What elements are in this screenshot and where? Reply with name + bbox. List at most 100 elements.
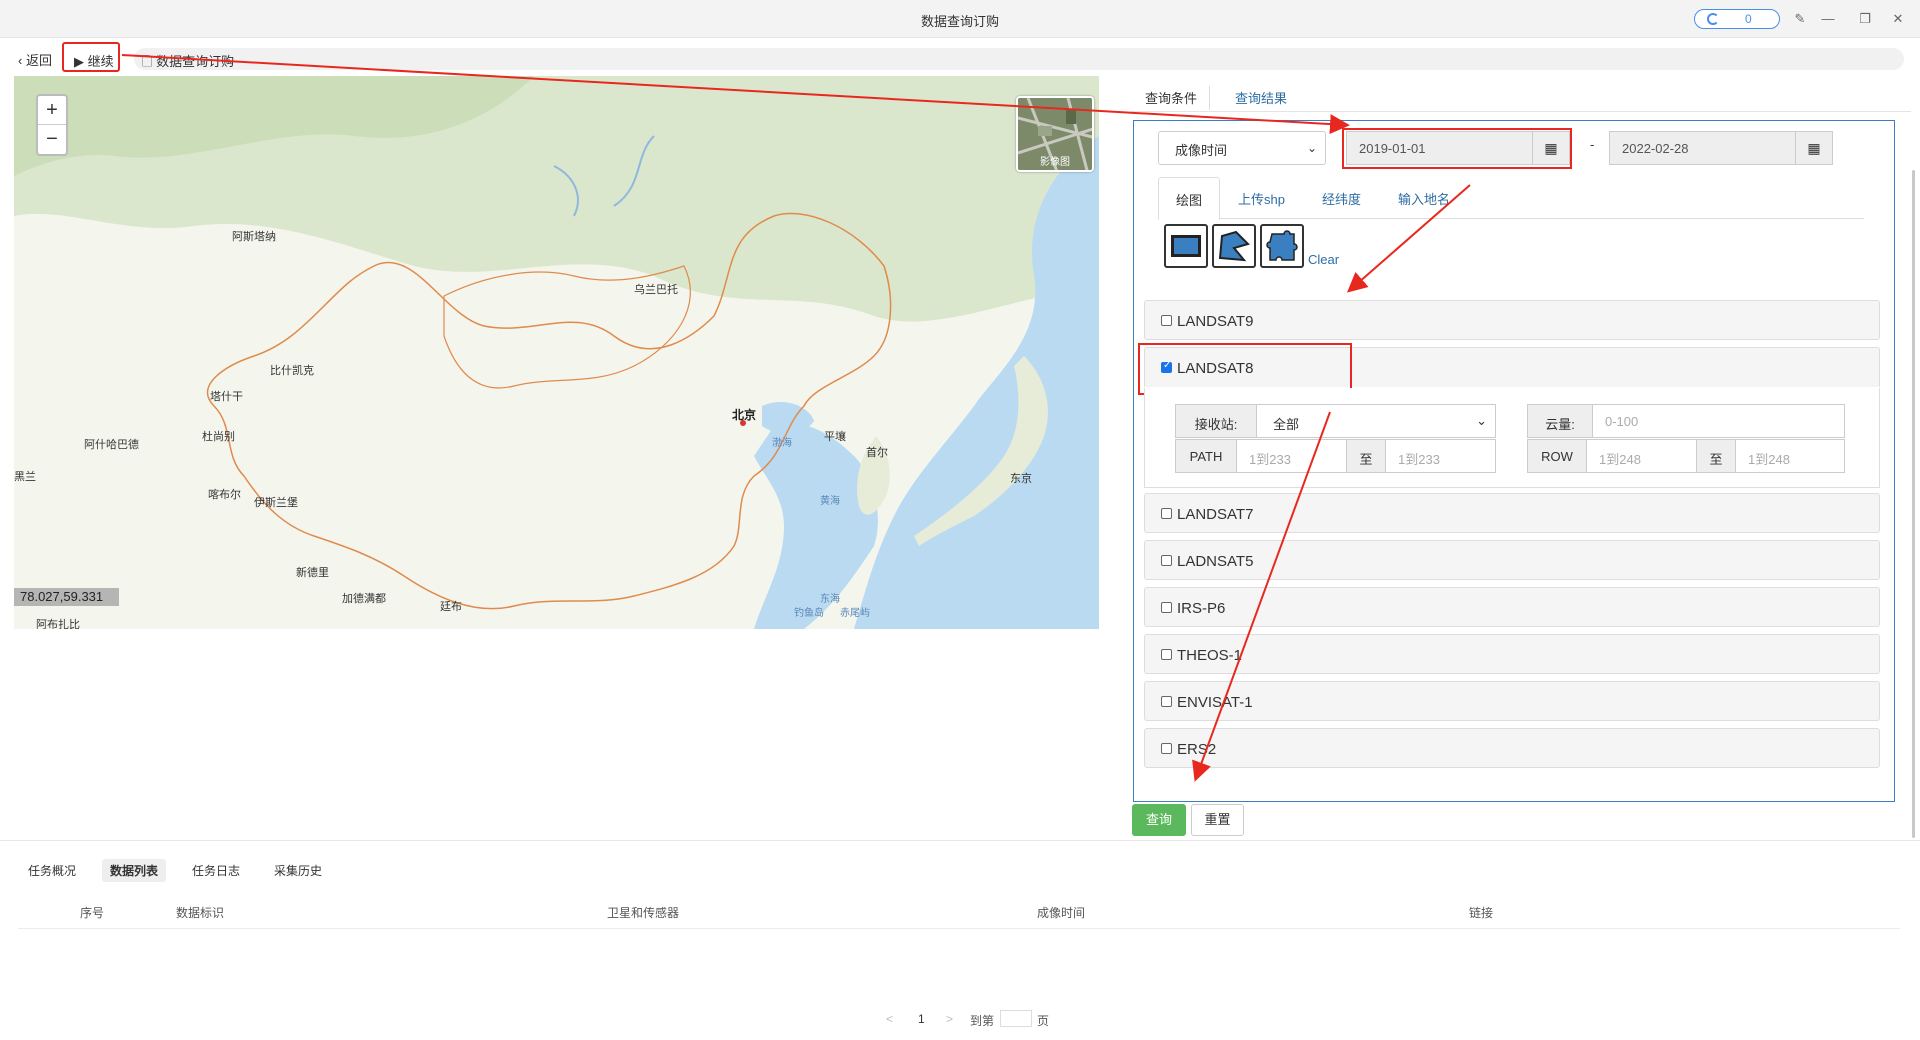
satellite-panel[interactable]: LADNSAT5 [1144,540,1880,580]
row-to-label: 至 [1696,439,1736,473]
satellite-panel[interactable]: LANDSAT9 [1144,300,1880,340]
zoom-in-button[interactable]: + [38,96,66,125]
restore-icon[interactable]: ❐ [1855,9,1875,29]
column-header: 卫星和传感器 [607,906,680,920]
continue-label: 继续 [87,54,114,69]
reset-button[interactable]: 重置 [1191,804,1244,836]
draw-polygon-button[interactable] [1212,224,1256,268]
satellite-panel[interactable]: ENVISAT-1 [1144,681,1880,721]
calendar-icon[interactable]: ▦ [1795,131,1833,165]
station-select[interactable]: 全部 ⌄ [1256,404,1496,438]
path-to-input[interactable]: 1到233 [1385,439,1496,473]
satellite-checkbox[interactable] [1161,555,1172,566]
map-label: 黑兰 [14,471,36,483]
satellite-checkbox[interactable] [1161,315,1172,326]
task-count: 0 [1745,12,1752,26]
map-label: 伊斯兰堡 [254,497,298,509]
map-label: 阿什哈巴德 [84,439,139,451]
goto-label: 到第 [970,1014,995,1028]
zoom-control: + − [36,94,68,156]
next-page-button[interactable]: > [946,1012,953,1026]
back-button[interactable]: ‹ 返回 [18,50,52,69]
row-to-input[interactable]: 1到248 [1735,439,1845,473]
map-label: 北京 [732,408,757,422]
satellite-label: THEOS-1 [1177,647,1243,664]
map-label: 喀布尔 [208,489,241,501]
continue-button[interactable]: ▶ 继续 [62,42,120,72]
puzzle-icon [1266,230,1298,261]
cloud-input[interactable]: 0-100 [1592,404,1845,438]
task-counter[interactable]: 0 [1694,9,1780,29]
query-button[interactable]: 查询 [1132,804,1186,836]
date-type-value: 成像时间 [1175,143,1228,158]
section-divider [0,840,1920,841]
tab-upload-shp[interactable]: 上传shp [1238,189,1285,208]
nav-bar: ‹ 返回 ▶ 继续 🗋 数据查询订购 [0,38,1920,76]
map-label: 渤海 [772,438,792,449]
map-label: 首尔 [866,447,888,459]
date-separator: - [1590,137,1595,152]
coordinate-readout: 78.027,59.331 [14,588,119,606]
satellite-checkbox[interactable] [1161,696,1172,707]
map-label: 加德满都 [342,593,386,605]
tab-draw[interactable]: 绘图 [1158,177,1220,220]
column-header: 链接 [1469,906,1494,920]
map-background [14,76,1099,629]
satellite-label: LADNSAT5 [1177,553,1254,570]
date-type-select[interactable]: 成像时间 ⌄ [1158,131,1326,165]
column-header: 序号 [80,906,105,920]
draw-freeform-button[interactable] [1260,224,1304,268]
polygon-icon [1218,230,1250,262]
page-tab[interactable]: 🗋 数据查询订购 [134,48,1904,70]
satellite-panel[interactable]: ERS2 [1144,728,1880,768]
satellite-panel[interactable]: LANDSAT7 [1144,493,1880,533]
scrollbar[interactable] [1912,170,1915,838]
close-icon[interactable]: ✕ [1888,9,1908,29]
path-to-label: 至 [1346,439,1386,473]
tab-place-name[interactable]: 输入地名 [1398,189,1450,208]
page-number[interactable]: 1 [918,1012,925,1026]
zoom-out-button[interactable]: − [38,125,66,154]
satellite-checkbox[interactable] [1161,602,1172,613]
satellite-checkbox[interactable] [1161,743,1172,754]
satellite-label: LANDSAT7 [1177,506,1254,523]
tab-task-log[interactable]: 任务日志 [192,862,240,879]
station-value: 全部 [1273,417,1300,432]
path-from-input[interactable]: 1到233 [1236,439,1347,473]
tab-results[interactable]: 查询结果 [1235,88,1287,107]
tab-conditions[interactable]: 查询条件 [1145,88,1197,107]
draw-rectangle-button[interactable] [1164,224,1208,268]
row-from-input[interactable]: 1到248 [1586,439,1697,473]
query-tabs: 查询条件 查询结果 [1131,82,1911,112]
satellite-panel[interactable]: IRS-P6 [1144,587,1880,627]
map-view[interactable]: + − 影像图 阿斯塔纳 乌兰巴托 比什凯克 塔什干 杜尚别 阿什哈巴德 喀布尔… [14,76,1099,629]
map-label: 东京 [1010,473,1032,485]
cloud-label: 云量: [1527,404,1593,438]
map-label: 阿布扎比 [36,619,80,629]
satellite-checkbox[interactable] [1161,508,1172,519]
tab-task-overview[interactable]: 任务概况 [28,862,76,879]
clear-link[interactable]: Clear [1308,252,1339,267]
end-date-input[interactable]: 2022-02-28 [1609,131,1796,165]
tab-data-list[interactable]: 数据列表 [102,859,167,882]
prev-page-button[interactable]: < [886,1012,893,1026]
satellite-label: ENVISAT-1 [1177,694,1253,711]
area-method-tabs: 绘图 上传shp 经纬度 输入地名 [1158,177,1864,220]
edit-icon[interactable]: ✎ [1790,9,1810,29]
layer-switch-button[interactable]: 影像图 [1016,96,1094,172]
map-label: 钓鱼岛 [794,608,824,619]
table-divider [18,928,1900,929]
satellite-label: LANDSAT9 [1177,313,1254,330]
column-header: 成像时间 [1037,906,1086,920]
satellite-panel[interactable]: THEOS-1 [1144,634,1880,674]
map-label: 新德里 [296,567,329,579]
chevron-down-icon: ⌄ [1476,413,1487,428]
satellite-checkbox[interactable] [1161,649,1172,660]
goto-page-input[interactable] [1000,1010,1032,1027]
minimize-icon[interactable]: — [1818,9,1838,29]
tab-lat-lon[interactable]: 经纬度 [1322,189,1361,208]
map-label: 赤尾屿 [840,608,870,619]
tab-divider [1209,86,1210,110]
station-label: 接收站: [1175,404,1257,438]
tab-collect-history[interactable]: 采集历史 [274,862,322,879]
